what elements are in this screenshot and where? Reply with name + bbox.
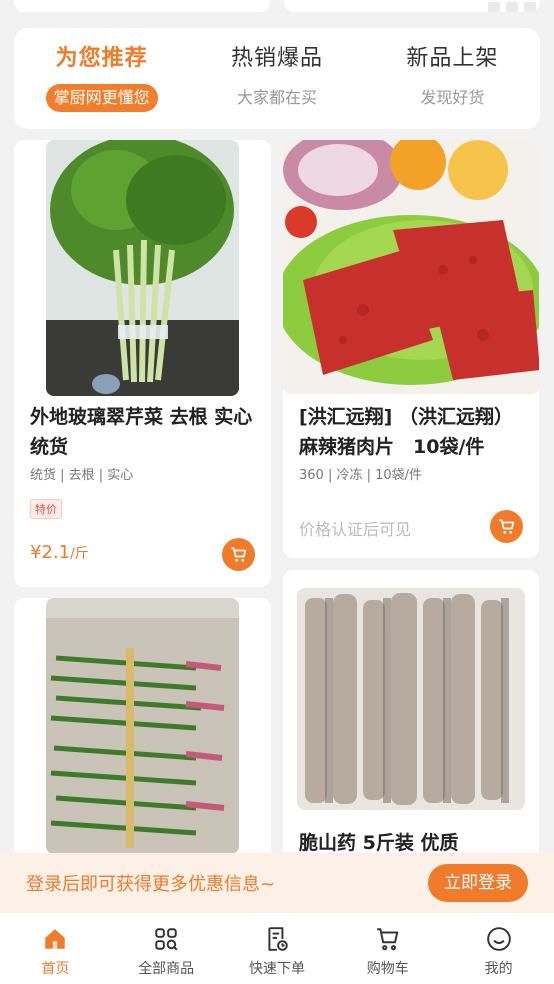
product-price: ¥2.1/斤 [30,542,89,563]
tab-title: 为您推荐 [55,46,148,71]
product-title: 外地玻璃翠芹菜 去根 实心 统货 [30,406,253,458]
product-card[interactable] [14,598,271,868]
app-screen: 2:23 为您推荐 掌厨网更懂您 热销爆品 大家都在买 新品上架 发现好货 外地… [0,0,554,984]
login-prompt-text: 登录后即可获得更多优惠信息~ [26,874,276,895]
sale-badge: 特价 [30,499,62,519]
login-banner: 登录后即可获得更多优惠信息~ 立即登录 [0,853,554,913]
product-card[interactable]: [洪汇远翔] （洪汇远翔）麻辣猪肉片 10袋/件 360 | 冷冻 | 10袋/… [283,140,539,558]
yam-image [297,588,525,810]
cart-icon [231,546,246,562]
login-button[interactable]: 立即登录 [428,864,528,902]
pork-slices-image [283,140,539,394]
price-hint: 价格认证后可见 [299,520,412,539]
add-to-cart-button[interactable] [490,510,523,543]
product-card[interactable]: 脆山药 5斤装 优质 [283,570,539,870]
nav-label: 快速下单 [248,961,305,977]
wifi-icon [488,2,500,12]
smile-icon [485,925,513,953]
scallions-image [46,598,239,854]
product-image-yam [297,588,525,810]
product-tags: 360 | 冷冻 | 10袋/件 [299,468,423,483]
status-bar: 2:23 [0,0,554,20]
battery-icon [524,2,536,12]
tab-recommended[interactable]: 为您推荐 掌厨网更懂您 [14,28,189,129]
nav-label: 我的 [484,961,513,977]
product-image-celery [46,140,239,396]
product-card[interactable]: 外地玻璃翠芹菜 去根 实心 统货 统货 | 去根 | 实心 特价 ¥2.1/斤 [14,140,271,587]
tab-title: 新品上架 [406,46,499,71]
bottom-nav: 首页 全部商品 快速下单 购物车 我的 [0,913,554,984]
signal-icon [506,2,518,12]
nav-label: 首页 [41,961,70,977]
product-image-scallions [46,598,239,854]
nav-item-home[interactable]: 首页 [0,913,111,984]
tab-subtitle: 掌厨网更懂您 [45,84,158,112]
product-image-pork [283,140,539,394]
product-tags: 统货 | 去根 | 实心 [30,468,134,483]
nav-item-profile[interactable]: 我的 [443,913,554,984]
tab-hot-sellers[interactable]: 热销爆品 大家都在买 [189,28,364,129]
price-value: ¥2.1 [30,542,71,563]
status-icons [488,2,536,12]
nav-label: 全部商品 [138,961,195,977]
recommendation-tabs: 为您推荐 掌厨网更懂您 热销爆品 大家都在买 新品上架 发现好货 [14,28,540,129]
tab-subtitle: 发现好货 [420,88,485,107]
celery-image [46,140,239,396]
tab-new-arrivals[interactable]: 新品上架 发现好货 [365,28,540,129]
nav-item-quick-order[interactable]: 快速下单 [222,913,333,984]
cart-icon [499,518,514,534]
grid-search-icon [152,925,180,953]
status-time: 2:23 [18,1,48,16]
cart-icon [374,925,402,953]
nav-label: 购物车 [366,961,409,977]
quick-order-icon [263,925,291,953]
previous-card-left [14,0,270,12]
nav-item-cart[interactable]: 购物车 [332,913,443,984]
nav-item-all-products[interactable]: 全部商品 [111,913,222,984]
tab-subtitle: 大家都在买 [236,88,317,107]
tab-title: 热销爆品 [230,46,323,71]
add-to-cart-button[interactable] [222,538,255,571]
home-icon [41,925,69,953]
product-title: [洪汇远翔] （洪汇远翔）麻辣猪肉片 10袋/件 [299,406,513,458]
price-unit: /斤 [70,546,89,562]
